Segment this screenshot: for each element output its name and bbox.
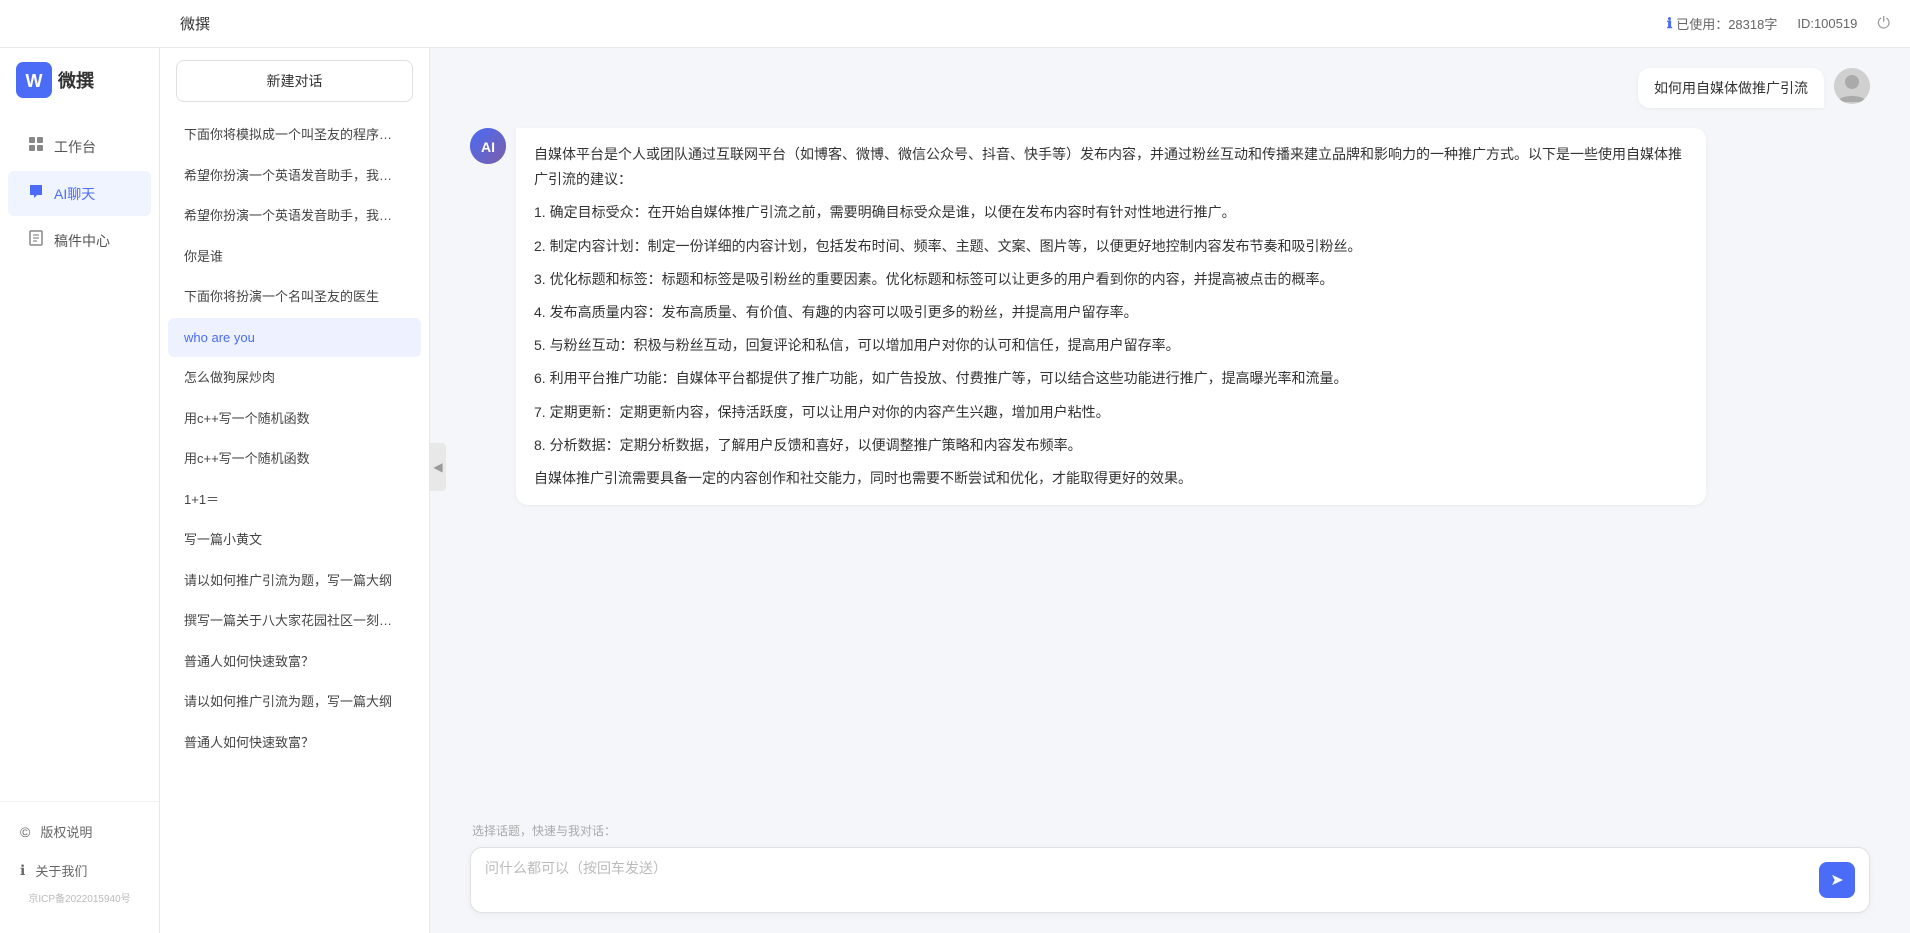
history-item[interactable]: 下面你将模拟成一个叫圣友的程序员，我说... (168, 115, 421, 155)
about-icon: ℹ (20, 862, 25, 879)
history-item[interactable]: 请以如何推广引流为题，写一篇大纲 (168, 682, 421, 722)
sidebar-logo: W 微撰 (0, 48, 159, 112)
history-item[interactable]: 撰写一篇关于八大家花园社区一刻钟便民生... (168, 601, 421, 641)
history-item[interactable]: 普通人如何快速致富？ (168, 723, 421, 763)
drafts-label: 稿件中心 (54, 231, 110, 251)
topbar-usage: ℹ 已使用：28318字 (1667, 14, 1777, 33)
ai-response-paragraph: 3. 优化标题和标签：标题和标签是吸引粉丝的重要因素。优化标题和标签可以让更多的… (534, 267, 1688, 292)
history-item[interactable]: 你是谁 (168, 237, 421, 277)
ai-response-paragraph: 7. 定期更新：定期更新内容，保持活跃度，可以让用户对你的内容产生兴趣，增加用户… (534, 400, 1688, 425)
history-item[interactable]: who are you (168, 318, 421, 358)
svg-text:AI: AI (481, 139, 495, 155)
svg-text:W: W (26, 71, 43, 91)
sidebar-item-drafts[interactable]: 稿件中心 (8, 218, 151, 263)
footer-copyright[interactable]: © 版权说明 (0, 812, 159, 851)
workspace-label: 工作台 (54, 137, 96, 157)
power-icon[interactable]: ⏻ (1877, 15, 1890, 33)
history-panel: 新建对话 下面你将模拟成一个叫圣友的程序员，我说...希望你扮演一个英语发音助手… (160, 48, 430, 933)
ai-response-paragraph: 1. 确定目标受众：在开始自媒体推广引流之前，需要明确目标受众是谁，以便在发布内… (534, 200, 1688, 225)
ai-response-paragraph: 5. 与粉丝互动：积极与粉丝互动，回复评论和私信，可以增加用户对你的认可和信任，… (534, 333, 1688, 358)
history-item[interactable]: 请以如何推广引流为题，写一篇大纲 (168, 561, 421, 601)
quick-topics-label: 选择话题，快速与我对话： (470, 822, 1870, 839)
sidebar-footer: © 版权说明 ℹ 关于我们 京ICP备2022015940号 (0, 801, 159, 933)
history-item[interactable]: 怎么做狗屎炒肉 (168, 358, 421, 398)
info-icon: ℹ (1667, 15, 1672, 32)
chat-messages: 如何用自媒体做推广引流 (430, 48, 1910, 812)
ai-avatar: AI (470, 128, 506, 164)
avatar (1834, 68, 1870, 104)
history-item[interactable]: 1+1＝ (168, 480, 421, 520)
history-item[interactable]: 希望你扮演一个英语发音助手，我提供给你... (168, 156, 421, 196)
topbar-right: ℹ 已使用：28318字 ID:100519 ⏻ (1667, 14, 1890, 33)
copyright-label: 版权说明 (40, 822, 92, 841)
ai-response-paragraph: 自媒体推广引流需要具备一定的内容创作和社交能力，同时也需要不断尝试和优化，才能取… (534, 466, 1688, 491)
user-message: 如何用自媒体做推广引流 (470, 68, 1870, 108)
user-bubble: 如何用自媒体做推广引流 (1638, 68, 1824, 108)
footer-about[interactable]: ℹ 关于我们 (0, 851, 159, 890)
ai-response-paragraph: 6. 利用平台推广功能：自媒体平台都提供了推广功能，如广告投放、付费推广等，可以… (534, 366, 1688, 391)
logo-text: 微撰 (58, 67, 94, 93)
drafts-icon (28, 230, 44, 251)
sidebar-nav: 工作台 AI聊天 稿件中心 (0, 112, 159, 801)
new-chat-button[interactable]: 新建对话 (176, 60, 413, 102)
ai-response-paragraph: 自媒体平台是个人或团队通过互联网平台（如博客、微博、微信公众号、抖音、快手等）发… (534, 142, 1688, 192)
chat-input[interactable] (485, 858, 1809, 902)
sidebar-item-ai-chat[interactable]: AI聊天 (8, 171, 151, 216)
main-chat: 如何用自媒体做推广引流 (430, 48, 1910, 933)
ai-message: AI 自媒体平台是个人或团队通过互联网平台（如博客、微博、微信公众号、抖音、快手… (470, 128, 1870, 505)
history-item[interactable]: 下面你将扮演一个名叫圣友的医生 (168, 277, 421, 317)
history-item[interactable]: 希望你扮演一个英语发音助手，我提供给你... (168, 196, 421, 236)
input-area: 选择话题，快速与我对话： ➤ (430, 812, 1910, 933)
ai-response-paragraph: 2. 制定内容计划：制定一份详细的内容计划，包括发布时间、频率、主题、文案、图片… (534, 234, 1688, 259)
usage-text: 已使用：28318字 (1676, 14, 1777, 33)
collapse-panel-button[interactable]: ◀ (430, 443, 446, 491)
sidebar-item-workspace[interactable]: 工作台 (8, 124, 151, 169)
logo-icon: W (16, 62, 52, 98)
topbar-title: 微撰 (180, 13, 1667, 34)
send-button[interactable]: ➤ (1819, 862, 1855, 898)
copyright-icon: © (20, 824, 30, 840)
ai-chat-label: AI聊天 (54, 184, 95, 204)
icp-text: 京ICP备2022015940号 (0, 890, 159, 913)
about-label: 关于我们 (35, 861, 87, 880)
history-list: 下面你将模拟成一个叫圣友的程序员，我说...希望你扮演一个英语发音助手，我提供给… (160, 114, 429, 783)
topbar: 微撰 ℹ 已使用：28318字 ID:100519 ⏻ (0, 0, 1910, 48)
chat-icon (28, 183, 44, 204)
topbar-id: ID:100519 (1797, 16, 1857, 31)
history-item[interactable]: 普通人如何快速致富？ (168, 642, 421, 682)
sidebar: W 微撰 工作台 AI聊天 稿件中心 (0, 48, 160, 933)
history-item[interactable]: 用c++写一个随机函数 (168, 399, 421, 439)
ai-response-paragraph: 8. 分析数据：定期分析数据，了解用户反馈和喜好，以便调整推广策略和内容发布频率… (534, 433, 1688, 458)
workspace-icon (28, 136, 44, 157)
user-avatar-img (1834, 68, 1870, 104)
ai-bubble: 自媒体平台是个人或团队通过互联网平台（如博客、微博、微信公众号、抖音、快手等）发… (516, 128, 1706, 505)
input-box-wrapper: ➤ (470, 847, 1870, 913)
send-icon: ➤ (1830, 870, 1843, 890)
ai-response-paragraph: 4. 发布高质量内容：发布高质量、有价值、有趣的内容可以吸引更多的粉丝，并提高用… (534, 300, 1688, 325)
history-item[interactable]: 用c++写一个随机函数 (168, 439, 421, 479)
history-item[interactable]: 写一篇小黄文 (168, 520, 421, 560)
